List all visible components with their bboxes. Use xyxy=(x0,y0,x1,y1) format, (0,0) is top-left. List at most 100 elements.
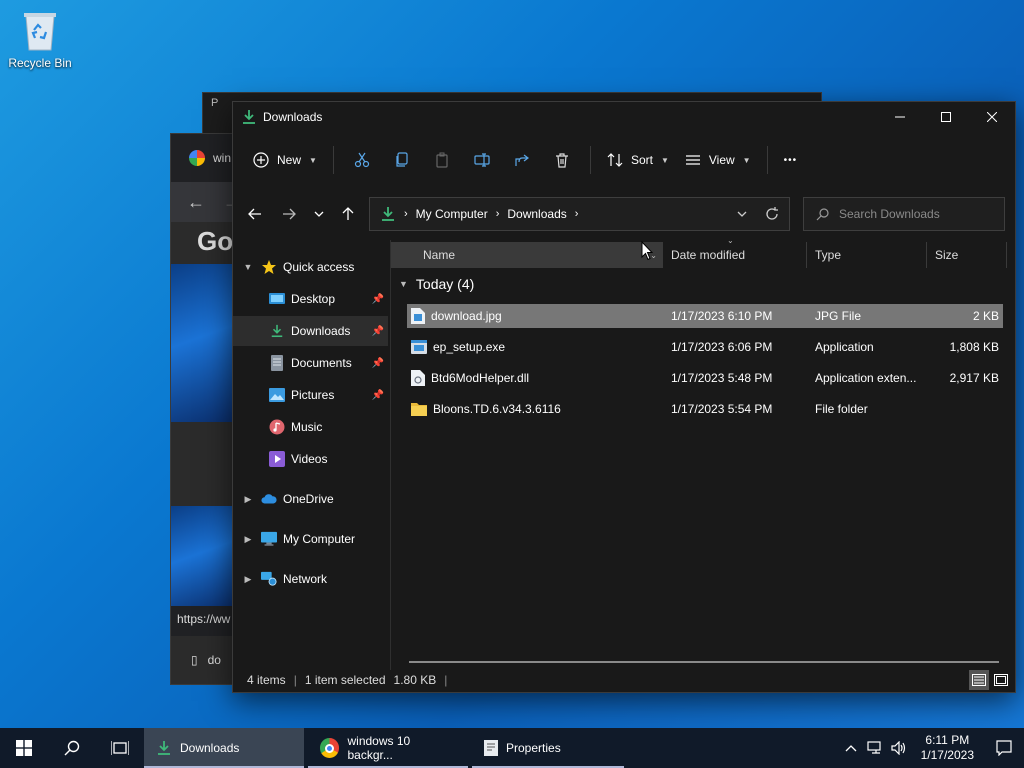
arrow-left-icon xyxy=(248,208,261,220)
taskbar-app-downloads[interactable]: Downloads xyxy=(144,728,304,768)
up-button[interactable] xyxy=(334,202,362,226)
column-header-label: Date modified xyxy=(671,248,746,262)
group-header-today[interactable]: ▼ Today (4) xyxy=(399,276,474,292)
clock[interactable]: 6:11 PM 1/17/2023 xyxy=(921,733,974,763)
search-box[interactable] xyxy=(803,197,1005,231)
horizontal-scrollbar[interactable] xyxy=(409,661,999,663)
cut-button[interactable] xyxy=(346,144,378,176)
chevron-down-icon[interactable]: ▼ xyxy=(399,279,408,289)
desktop-icon-recycle-bin[interactable]: Recycle Bin xyxy=(4,8,76,70)
share-button[interactable] xyxy=(506,144,538,176)
forward-button[interactable] xyxy=(275,202,303,226)
back-button[interactable] xyxy=(241,202,269,226)
view-label: View xyxy=(708,153,735,167)
more-icon: ••• xyxy=(783,154,798,166)
sidebar-item-label: Quick access xyxy=(283,260,355,274)
volume-tray-button[interactable] xyxy=(887,741,911,755)
sidebar-item-my-computer[interactable]: ▶ My Computer xyxy=(233,524,388,554)
pin-icon[interactable]: 📌 xyxy=(372,326,384,337)
chevron-right-icon[interactable]: ▶ xyxy=(241,534,255,545)
minimize-icon xyxy=(895,116,905,118)
pin-icon[interactable]: 📌 xyxy=(372,390,384,401)
sidebar-item-label: My Computer xyxy=(283,532,356,546)
copy-button[interactable] xyxy=(386,144,418,176)
task-view-button[interactable] xyxy=(96,728,144,768)
column-header-size[interactable]: Size xyxy=(927,242,1007,268)
minimize-button[interactable] xyxy=(877,102,923,132)
file-name: ep_setup.exe xyxy=(433,340,506,354)
search-input[interactable] xyxy=(839,207,989,221)
paste-button[interactable] xyxy=(426,144,458,176)
arrow-right-icon xyxy=(283,208,296,220)
breadcrumb-my-computer[interactable]: My Computer xyxy=(416,207,488,221)
chevron-right-icon[interactable]: ▶ xyxy=(241,574,255,585)
close-button[interactable] xyxy=(969,102,1015,132)
chrome-back-icon[interactable]: ← xyxy=(187,192,205,213)
column-header-name[interactable]: Name ⌄ xyxy=(391,242,663,268)
sidebar-item-network[interactable]: ▶ Network xyxy=(233,564,388,594)
exe-file-icon xyxy=(411,340,427,354)
column-header-type[interactable]: Type xyxy=(807,242,927,268)
delete-button[interactable] xyxy=(546,144,578,176)
sidebar-item-music[interactable]: Music xyxy=(233,412,388,442)
show-hidden-icons-button[interactable] xyxy=(839,744,863,752)
title-bar[interactable]: Downloads xyxy=(233,102,1015,132)
breadcrumb-downloads[interactable]: Downloads xyxy=(507,207,566,221)
file-row-download-jpg[interactable]: download.jpg 1/17/2023 6:10 PM JPG File … xyxy=(407,304,1003,328)
breadcrumb-separator-icon[interactable]: › xyxy=(496,208,500,220)
see-more-button[interactable]: ••• xyxy=(776,144,806,176)
downloads-icon xyxy=(382,207,394,221)
chevron-down-icon[interactable] xyxy=(737,209,747,219)
file-row-btd6modhelper-dll[interactable]: Btd6ModHelper.dll 1/17/2023 5:48 PM Appl… xyxy=(407,366,1003,390)
sidebar-item-downloads[interactable]: Downloads 📌 xyxy=(233,316,388,346)
start-button[interactable] xyxy=(0,728,48,768)
breadcrumb-separator-icon[interactable]: › xyxy=(404,208,408,220)
sidebar-item-videos[interactable]: Videos xyxy=(233,444,388,474)
address-bar[interactable]: › My Computer › Downloads › xyxy=(369,197,790,231)
refresh-icon[interactable] xyxy=(765,207,779,221)
taskbar-app-chrome[interactable]: windows 10 backgr... xyxy=(308,728,468,768)
sidebar-item-pictures[interactable]: Pictures 📌 xyxy=(233,380,388,410)
new-button[interactable]: New ▼ xyxy=(245,144,325,176)
clock-time: 6:11 PM xyxy=(925,733,970,747)
network-tray-button[interactable] xyxy=(863,741,887,755)
action-center-button[interactable] xyxy=(984,740,1024,756)
sidebar-item-onedrive[interactable]: ▶ OneDrive xyxy=(233,484,388,514)
cloud-icon xyxy=(261,494,277,504)
recent-locations-button[interactable] xyxy=(305,202,333,226)
file-row-ep-setup-exe[interactable]: ep_setup.exe 1/17/2023 6:06 PM Applicati… xyxy=(407,335,1003,359)
pin-icon[interactable]: 📌 xyxy=(372,294,384,305)
chevron-right-icon[interactable]: ▶ xyxy=(241,494,255,505)
column-header-label: Size xyxy=(935,248,959,262)
tiles-view-button[interactable] xyxy=(991,670,1011,690)
arrow-up-icon xyxy=(342,207,354,220)
view-button[interactable]: View ▼ xyxy=(677,144,759,176)
file-row-bloons-folder[interactable]: Bloons.TD.6.v34.3.6116 1/17/2023 5:54 PM… xyxy=(407,397,1003,421)
file-explorer-window[interactable]: Downloads New ▼ Sort ▼ View ▼ ••• › My C… xyxy=(232,101,1016,693)
toolbar-divider xyxy=(766,146,768,174)
search-button[interactable] xyxy=(48,728,96,768)
chevron-down-icon xyxy=(314,211,324,217)
sort-button[interactable]: Sort ▼ xyxy=(599,144,677,176)
folder-icon xyxy=(411,403,427,416)
status-url: https://ww xyxy=(175,610,233,628)
sidebar-item-quick-access[interactable]: ▼ Quick access xyxy=(233,252,388,282)
breadcrumb-separator-icon[interactable]: › xyxy=(575,208,579,220)
file-size: 1,808 KB xyxy=(949,340,999,354)
sidebar-item-label: Documents xyxy=(291,356,352,370)
column-header-date[interactable]: Date modified ⌄ xyxy=(663,236,807,268)
download-item[interactable]: do xyxy=(208,653,221,667)
sidebar-item-label: OneDrive xyxy=(283,492,334,506)
taskbar-app-properties[interactable]: Properties xyxy=(472,728,624,768)
sidebar-item-documents[interactable]: Documents 📌 xyxy=(233,348,388,378)
plus-circle-icon xyxy=(253,152,269,168)
maximize-button[interactable] xyxy=(923,102,969,132)
column-header-label: Name xyxy=(423,248,456,262)
details-view-button[interactable] xyxy=(969,670,989,690)
pin-icon[interactable]: 📌 xyxy=(372,358,384,369)
rename-button[interactable] xyxy=(466,144,498,176)
sidebar-item-desktop[interactable]: Desktop 📌 xyxy=(233,284,388,314)
search-icon xyxy=(816,207,829,220)
chevron-down-icon[interactable]: ▼ xyxy=(241,262,255,272)
chrome-tab-title[interactable]: win xyxy=(213,151,231,165)
